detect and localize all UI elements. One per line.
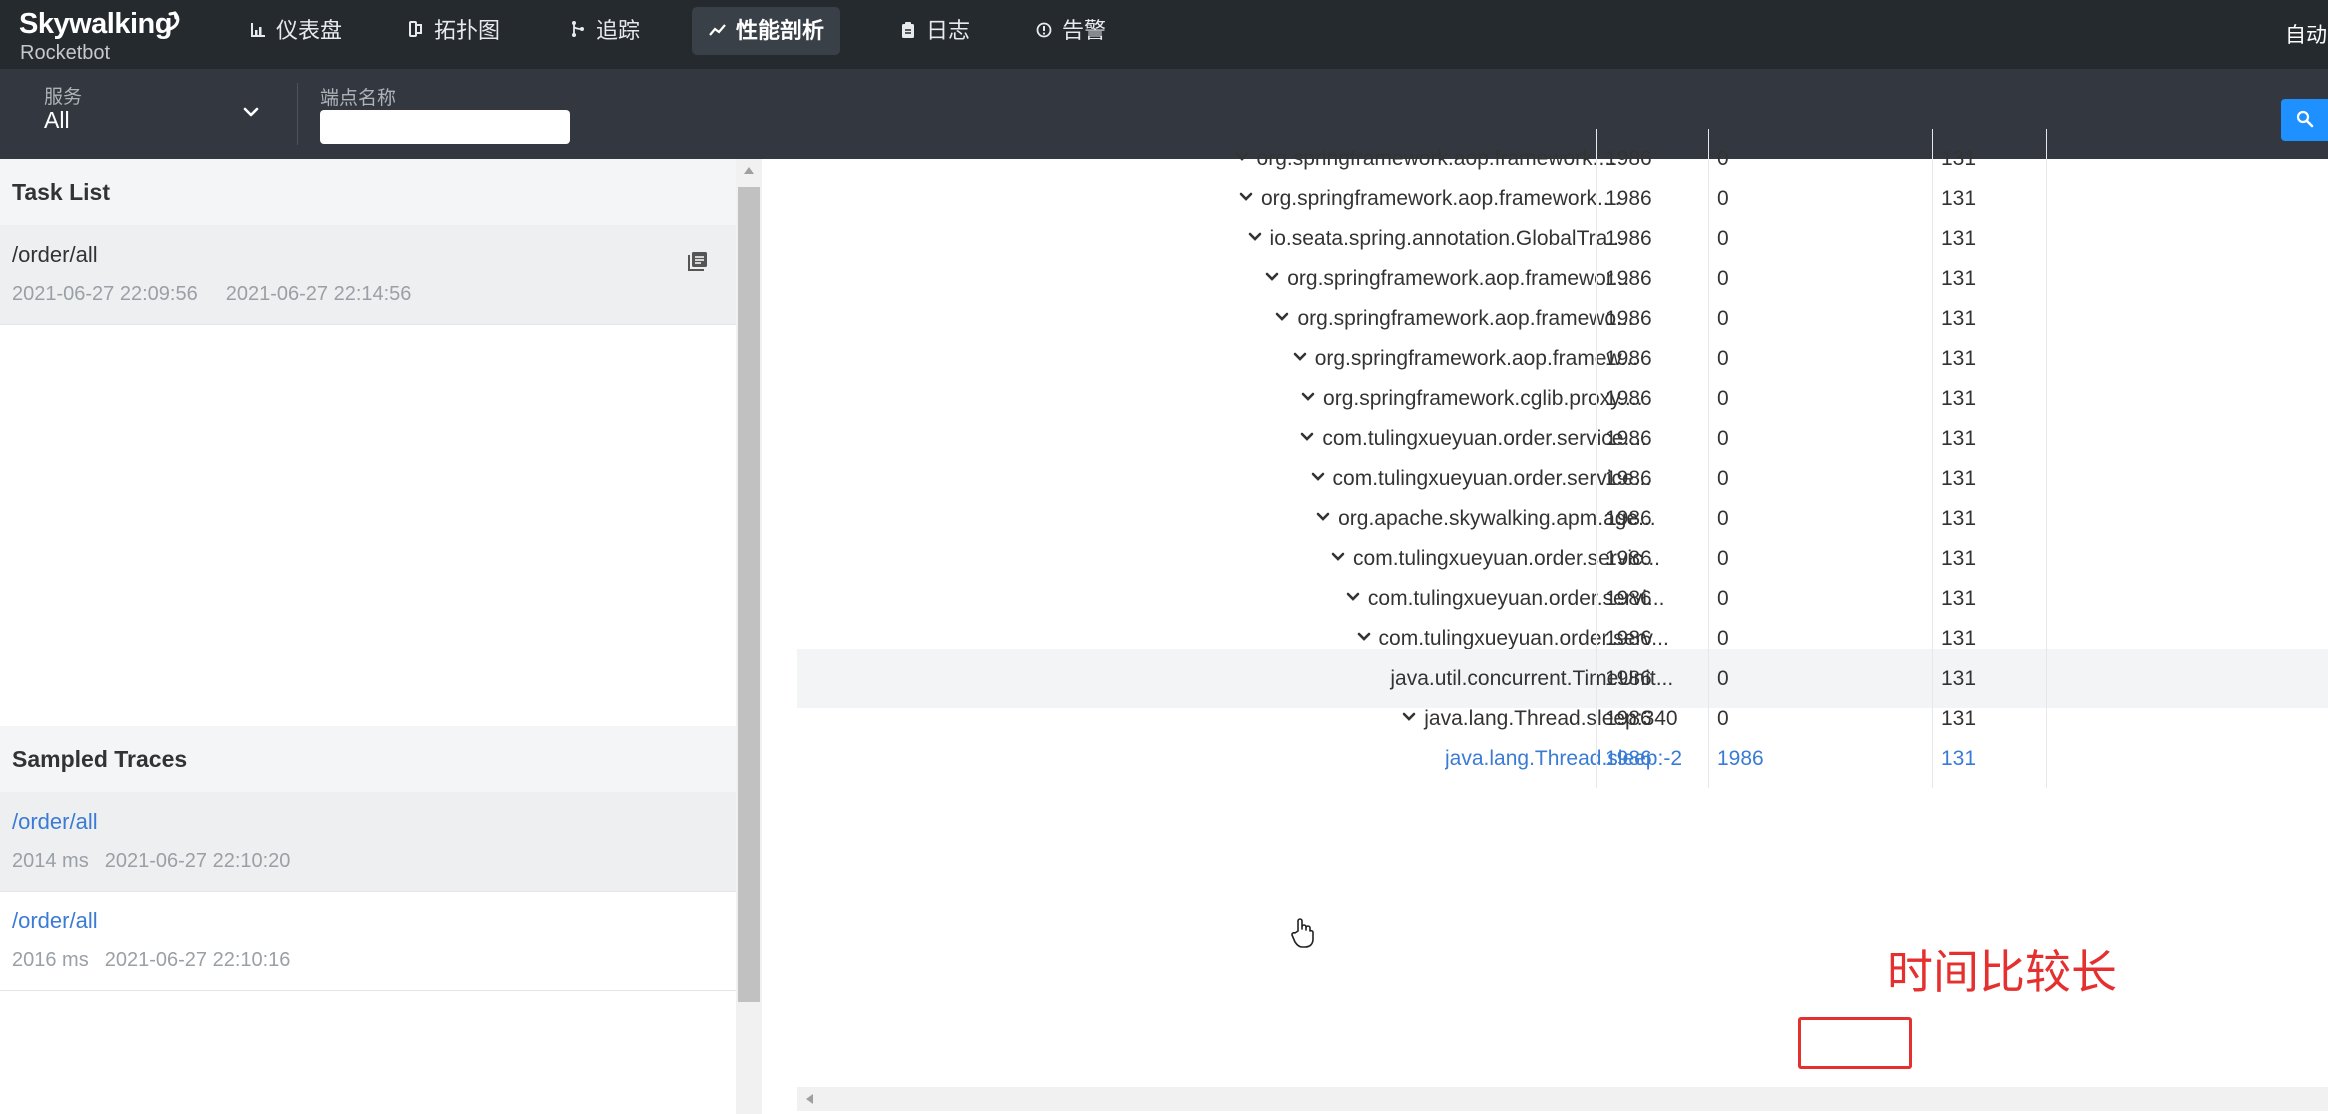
task-panel: Task List /order/all 2021-06-27 22:09:56…: [0, 159, 736, 1114]
expand-chevron-icon[interactable]: [1273, 308, 1291, 326]
stack-method-name: io.seata.spring.annotation.GlobalTra...: [1269, 227, 1625, 250]
nav-item-label: 拓扑图: [434, 18, 501, 43]
stack-method-name: org.springframework.aop.framework....: [1256, 147, 1616, 170]
expand-chevron-icon[interactable]: [1366, 668, 1384, 686]
nav-item-trace[interactable]: 追踪: [552, 7, 656, 55]
annotation-note: 时间比较长: [1887, 946, 2117, 998]
trace-duration: 2016 ms: [12, 949, 89, 971]
column-divider: [1708, 729, 1709, 788]
trace-meta: 2014 ms 2021-06-27 22:10:20: [12, 850, 290, 873]
service-label: 服务: [44, 87, 83, 108]
expand-chevron-icon[interactable]: [1298, 428, 1316, 446]
column-divider: [2046, 729, 2047, 788]
scrollbar-thumb[interactable]: [738, 187, 760, 1002]
table-horizontal-scrollbar[interactable]: [797, 1087, 2328, 1111]
endpoint-name-input[interactable]: [320, 110, 570, 144]
stack-method-name: org.springframework.aop.framewor...: [1287, 267, 1630, 290]
trace-icon: [568, 9, 588, 57]
nav-item-label: 告警: [1062, 18, 1107, 43]
nav-item-topology[interactable]: 拓扑图: [390, 7, 516, 55]
hand-cursor-icon: [1291, 918, 1314, 948]
scroll-left-arrow-icon[interactable]: [806, 1094, 813, 1104]
expand-chevron-icon[interactable]: [1344, 588, 1362, 606]
expand-chevron-icon[interactable]: [1314, 508, 1332, 526]
column-divider: [1932, 729, 1933, 788]
brand-name: Skywalking: [19, 8, 172, 40]
expand-chevron-icon[interactable]: [1355, 628, 1373, 646]
stack-method-name: com.tulingxueyuan.order.service...: [1332, 467, 1652, 490]
trace-time: 2021-06-27 22:10:16: [104, 949, 291, 971]
stack-method-name: org.springframework.aop.framewo...: [1297, 307, 1634, 330]
logo-arc-icon: [164, 11, 180, 32]
expand-chevron-icon[interactable]: [1291, 348, 1309, 366]
expand-chevron-icon[interactable]: [1329, 548, 1347, 566]
sampled-trace-item[interactable]: /order/all 2016 ms 2021-06-27 22:10:16: [0, 891, 736, 991]
stack-method-name: org.springframework.cglib.proxy....: [1323, 387, 1643, 410]
task-start-time: 2021-06-27 22:09:56: [12, 283, 198, 305]
trace-duration: 2014 ms: [12, 850, 89, 872]
profile-trend-icon: [708, 9, 728, 57]
trace-endpoint: /order/all: [12, 809, 98, 834]
nav-item-alarm[interactable]: 告警: [1018, 7, 1122, 55]
sampled-traces-header: Sampled Traces: [0, 726, 736, 793]
nav-item-dashboard[interactable]: 仪表盘: [232, 7, 358, 55]
chevron-down-icon[interactable]: [240, 101, 262, 123]
service-select[interactable]: All: [44, 107, 70, 134]
nav-item-logs[interactable]: 日志: [882, 7, 986, 55]
left-panel-scrollbar[interactable]: [736, 159, 762, 1114]
stack-row[interactable]: java.lang.Thread.sleep:-2 1986 1986 131: [797, 729, 2328, 788]
alarm-icon: [1034, 9, 1054, 57]
trace-time: 2021-06-27 22:10:20: [104, 850, 291, 872]
sampled-trace-item[interactable]: /order/all 2014 ms 2021-06-27 22:10:20: [0, 792, 736, 892]
top-navigation-bar: Skywalking Rocketbot 仪表盘 拓扑图 追踪 性能剖析 日志: [0, 0, 2328, 69]
expand-chevron-icon[interactable]: [1246, 228, 1264, 246]
trace-meta: 2016 ms 2021-06-27 22:10:16: [12, 949, 290, 972]
view-report-icon[interactable]: [686, 249, 710, 273]
stack-method-name: org.springframework.aop.framework....: [1260, 187, 1621, 210]
expand-chevron-icon[interactable]: [1299, 388, 1317, 406]
task-end-time: 2021-06-27 22:14:56: [225, 283, 412, 305]
dashboard-chart-icon: [248, 9, 268, 57]
log-clipboard-icon: [898, 9, 918, 57]
sampled-traces-title: Sampled Traces: [12, 746, 188, 772]
filter-divider: [297, 83, 298, 145]
stack-method-name: com.tulingxueyuan.order.service....: [1322, 427, 1647, 450]
expand-chevron-icon[interactable]: [1309, 468, 1327, 486]
stack-self-duration-cell: 1986: [1717, 747, 1764, 770]
nav-item-label: 性能剖析: [736, 18, 825, 43]
endpoint-name-label: 端点名称: [320, 88, 397, 109]
annotation-highlight-box: [1798, 1017, 1912, 1069]
stack-method-name: org.springframework.aop.framew...: [1314, 347, 1638, 370]
task-endpoint: /order/all: [12, 242, 98, 267]
task-list-title: Task List: [12, 179, 110, 205]
nav-item-label: 仪表盘: [276, 18, 343, 43]
auto-refresh-toggle[interactable]: 自动: [2285, 19, 2327, 49]
trace-endpoint: /order/all: [12, 908, 98, 933]
expand-chevron-icon[interactable]: [1400, 708, 1418, 726]
nav-item-label: 追踪: [596, 18, 641, 43]
task-time-range: 2021-06-27 22:09:56 2021-06-27 22:14:56: [12, 283, 411, 306]
scroll-up-arrow-icon[interactable]: [744, 167, 754, 174]
expand-chevron-icon[interactable]: [1233, 148, 1251, 166]
task-list-item[interactable]: /order/all 2021-06-27 22:09:56 2021-06-27…: [0, 225, 736, 325]
task-list-header: Task List: [0, 159, 736, 226]
column-divider: [1596, 729, 1597, 788]
brand-subtitle: Rocketbot: [20, 42, 111, 64]
stack-duration-cell: 1986: [1605, 747, 1652, 770]
stack-dump-count-cell: 131: [1941, 747, 1977, 770]
topology-icon: [406, 9, 426, 57]
expand-chevron-icon[interactable]: [1263, 268, 1281, 286]
nav-item-label: 日志: [926, 18, 971, 43]
nav-item-profiling[interactable]: 性能剖析: [692, 7, 841, 57]
expand-chevron-icon[interactable]: [1237, 188, 1255, 206]
skywalking-logo[interactable]: Skywalking Rocketbot: [19, 8, 180, 64]
search-icon: [2296, 110, 2314, 128]
